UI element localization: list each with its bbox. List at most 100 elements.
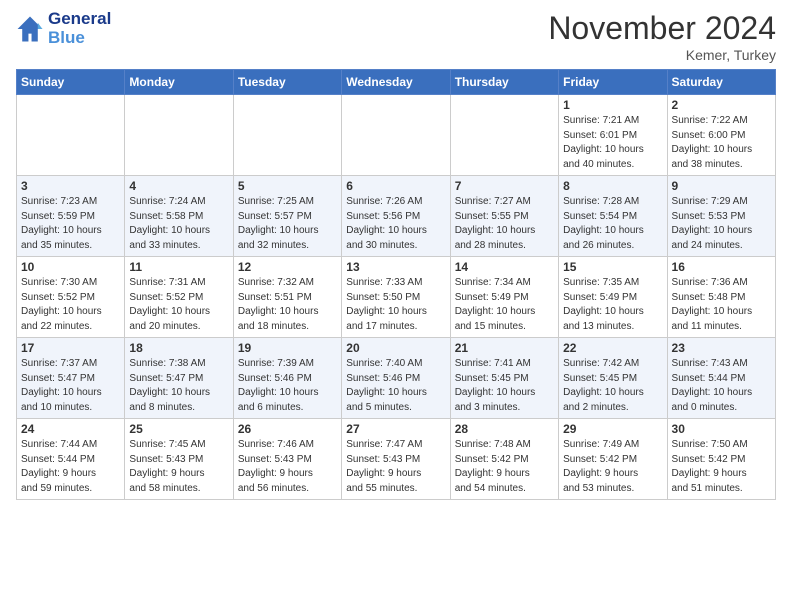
calendar-cell: 28 Sunrise: 7:48 AM Sunset: 5:42 PM Dayli…: [450, 419, 558, 500]
day-number: 12: [238, 260, 337, 274]
week-row-4: 17Sunrise: 7:37 AM Sunset: 5:47 PM Dayli…: [17, 338, 776, 419]
location-subtitle: Kemer, Turkey: [548, 47, 776, 63]
day-number: 9: [672, 179, 771, 193]
day-info: Sunrise: 7:42 AM Sunset: 5:45 PM Dayligh…: [563, 357, 662, 415]
day-number: 22: [563, 341, 662, 355]
calendar-cell: 1 Sunrise: 7:21 AM Sunset: 6:01 PM Daylig…: [559, 95, 667, 176]
header-day-tuesday: Tuesday: [233, 70, 341, 95]
calendar-cell: [125, 95, 233, 176]
day-info: Sunrise: 7:43 AM Sunset: 5:44 PM Dayligh…: [672, 357, 771, 415]
day-number: 25: [129, 422, 228, 436]
calendar-cell: 5 Sunrise: 7:25 AM Sunset: 5:57 PM Daylig…: [233, 176, 341, 257]
calendar-cell: 17Sunrise: 7:37 AM Sunset: 5:47 PM Dayli…: [17, 338, 125, 419]
calendar-cell: 12 Sunrise: 7:32 AM Sunset: 5:51 PM Dayli…: [233, 257, 341, 338]
day-number: 3: [21, 179, 120, 193]
day-info: Sunrise: 7:33 AM Sunset: 5:50 PM Dayligh…: [346, 276, 445, 334]
calendar-cell: [450, 95, 558, 176]
calendar-cell: 24 Sunrise: 7:44 AM Sunset: 5:44 PM Dayli…: [17, 419, 125, 500]
day-info: Sunrise: 7:39 AM Sunset: 5:46 PM Dayligh…: [238, 357, 337, 415]
calendar-cell: [17, 95, 125, 176]
calendar-cell: 11 Sunrise: 7:31 AM Sunset: 5:52 PM Dayli…: [125, 257, 233, 338]
day-info: Sunrise: 7:35 AM Sunset: 5:49 PM Dayligh…: [563, 276, 662, 334]
calendar-cell: 2Sunrise: 7:22 AM Sunset: 6:00 PM Daylig…: [667, 95, 775, 176]
day-number: 14: [455, 260, 554, 274]
calendar-cell: 22 Sunrise: 7:42 AM Sunset: 5:45 PM Dayli…: [559, 338, 667, 419]
day-number: 1: [563, 98, 662, 112]
day-number: 19: [238, 341, 337, 355]
day-info: Sunrise: 7:45 AM Sunset: 5:43 PM Dayligh…: [129, 438, 228, 496]
logo-text: General Blue: [48, 10, 111, 47]
day-info: Sunrise: 7:44 AM Sunset: 5:44 PM Dayligh…: [21, 438, 120, 496]
day-info: Sunrise: 7:40 AM Sunset: 5:46 PM Dayligh…: [346, 357, 445, 415]
day-info: Sunrise: 7:36 AM Sunset: 5:48 PM Dayligh…: [672, 276, 771, 334]
calendar-cell: 16 Sunrise: 7:36 AM Sunset: 5:48 PM Dayli…: [667, 257, 775, 338]
day-info: Sunrise: 7:31 AM Sunset: 5:52 PM Dayligh…: [129, 276, 228, 334]
day-info: Sunrise: 7:41 AM Sunset: 5:45 PM Dayligh…: [455, 357, 554, 415]
day-number: 2: [672, 98, 771, 112]
calendar-cell: 3Sunrise: 7:23 AM Sunset: 5:59 PM Daylig…: [17, 176, 125, 257]
day-number: 24: [21, 422, 120, 436]
day-info: Sunrise: 7:34 AM Sunset: 5:49 PM Dayligh…: [455, 276, 554, 334]
calendar-cell: 30 Sunrise: 7:50 AM Sunset: 5:42 PM Dayli…: [667, 419, 775, 500]
calendar-cell: 29 Sunrise: 7:49 AM Sunset: 5:42 PM Dayli…: [559, 419, 667, 500]
header-row: SundayMondayTuesdayWednesdayThursdayFrid…: [17, 70, 776, 95]
calendar-table: SundayMondayTuesdayWednesdayThursdayFrid…: [16, 69, 776, 500]
calendar-cell: 10 Sunrise: 7:30 AM Sunset: 5:52 PM Dayli…: [17, 257, 125, 338]
day-info: Sunrise: 7:24 AM Sunset: 5:58 PM Dayligh…: [129, 195, 228, 253]
calendar-cell: 26 Sunrise: 7:46 AM Sunset: 5:43 PM Dayli…: [233, 419, 341, 500]
day-info: Sunrise: 7:25 AM Sunset: 5:57 PM Dayligh…: [238, 195, 337, 253]
header: General Blue November 2024 Kemer, Turkey: [16, 10, 776, 63]
calendar-cell: [342, 95, 450, 176]
calendar-cell: [233, 95, 341, 176]
header-day-thursday: Thursday: [450, 70, 558, 95]
calendar-cell: 18 Sunrise: 7:38 AM Sunset: 5:47 PM Dayli…: [125, 338, 233, 419]
day-number: 13: [346, 260, 445, 274]
day-info: Sunrise: 7:27 AM Sunset: 5:55 PM Dayligh…: [455, 195, 554, 253]
calendar-cell: 6 Sunrise: 7:26 AM Sunset: 5:56 PM Daylig…: [342, 176, 450, 257]
day-number: 30: [672, 422, 771, 436]
day-info: Sunrise: 7:30 AM Sunset: 5:52 PM Dayligh…: [21, 276, 120, 334]
day-number: 27: [346, 422, 445, 436]
day-number: 8: [563, 179, 662, 193]
day-info: Sunrise: 7:49 AM Sunset: 5:42 PM Dayligh…: [563, 438, 662, 496]
day-number: 15: [563, 260, 662, 274]
day-info: Sunrise: 7:21 AM Sunset: 6:01 PM Dayligh…: [563, 114, 662, 172]
logo: General Blue: [16, 10, 111, 47]
day-info: Sunrise: 7:26 AM Sunset: 5:56 PM Dayligh…: [346, 195, 445, 253]
day-number: 7: [455, 179, 554, 193]
day-info: Sunrise: 7:29 AM Sunset: 5:53 PM Dayligh…: [672, 195, 771, 253]
day-info: Sunrise: 7:37 AM Sunset: 5:47 PM Dayligh…: [21, 357, 120, 415]
month-title: November 2024: [548, 10, 776, 47]
calendar-cell: 27Sunrise: 7:47 AM Sunset: 5:43 PM Dayli…: [342, 419, 450, 500]
calendar-cell: 8Sunrise: 7:28 AM Sunset: 5:54 PM Daylig…: [559, 176, 667, 257]
logo-icon: [16, 15, 44, 43]
calendar-cell: 14 Sunrise: 7:34 AM Sunset: 5:49 PM Dayli…: [450, 257, 558, 338]
calendar-cell: 9 Sunrise: 7:29 AM Sunset: 5:53 PM Daylig…: [667, 176, 775, 257]
day-info: Sunrise: 7:50 AM Sunset: 5:42 PM Dayligh…: [672, 438, 771, 496]
day-number: 18: [129, 341, 228, 355]
calendar-cell: 20Sunrise: 7:40 AM Sunset: 5:46 PM Dayli…: [342, 338, 450, 419]
calendar-cell: 21 Sunrise: 7:41 AM Sunset: 5:45 PM Dayli…: [450, 338, 558, 419]
week-row-3: 10 Sunrise: 7:30 AM Sunset: 5:52 PM Dayli…: [17, 257, 776, 338]
day-info: Sunrise: 7:38 AM Sunset: 5:47 PM Dayligh…: [129, 357, 228, 415]
day-number: 4: [129, 179, 228, 193]
day-number: 6: [346, 179, 445, 193]
day-number: 21: [455, 341, 554, 355]
day-number: 26: [238, 422, 337, 436]
calendar-cell: 23Sunrise: 7:43 AM Sunset: 5:44 PM Dayli…: [667, 338, 775, 419]
page: General Blue November 2024 Kemer, Turkey…: [0, 0, 792, 516]
day-number: 5: [238, 179, 337, 193]
day-info: Sunrise: 7:32 AM Sunset: 5:51 PM Dayligh…: [238, 276, 337, 334]
day-info: Sunrise: 7:48 AM Sunset: 5:42 PM Dayligh…: [455, 438, 554, 496]
header-day-saturday: Saturday: [667, 70, 775, 95]
day-number: 28: [455, 422, 554, 436]
day-number: 11: [129, 260, 228, 274]
week-row-2: 3Sunrise: 7:23 AM Sunset: 5:59 PM Daylig…: [17, 176, 776, 257]
day-number: 10: [21, 260, 120, 274]
day-info: Sunrise: 7:46 AM Sunset: 5:43 PM Dayligh…: [238, 438, 337, 496]
header-day-friday: Friday: [559, 70, 667, 95]
day-number: 16: [672, 260, 771, 274]
header-day-sunday: Sunday: [17, 70, 125, 95]
day-number: 29: [563, 422, 662, 436]
week-row-5: 24 Sunrise: 7:44 AM Sunset: 5:44 PM Dayli…: [17, 419, 776, 500]
